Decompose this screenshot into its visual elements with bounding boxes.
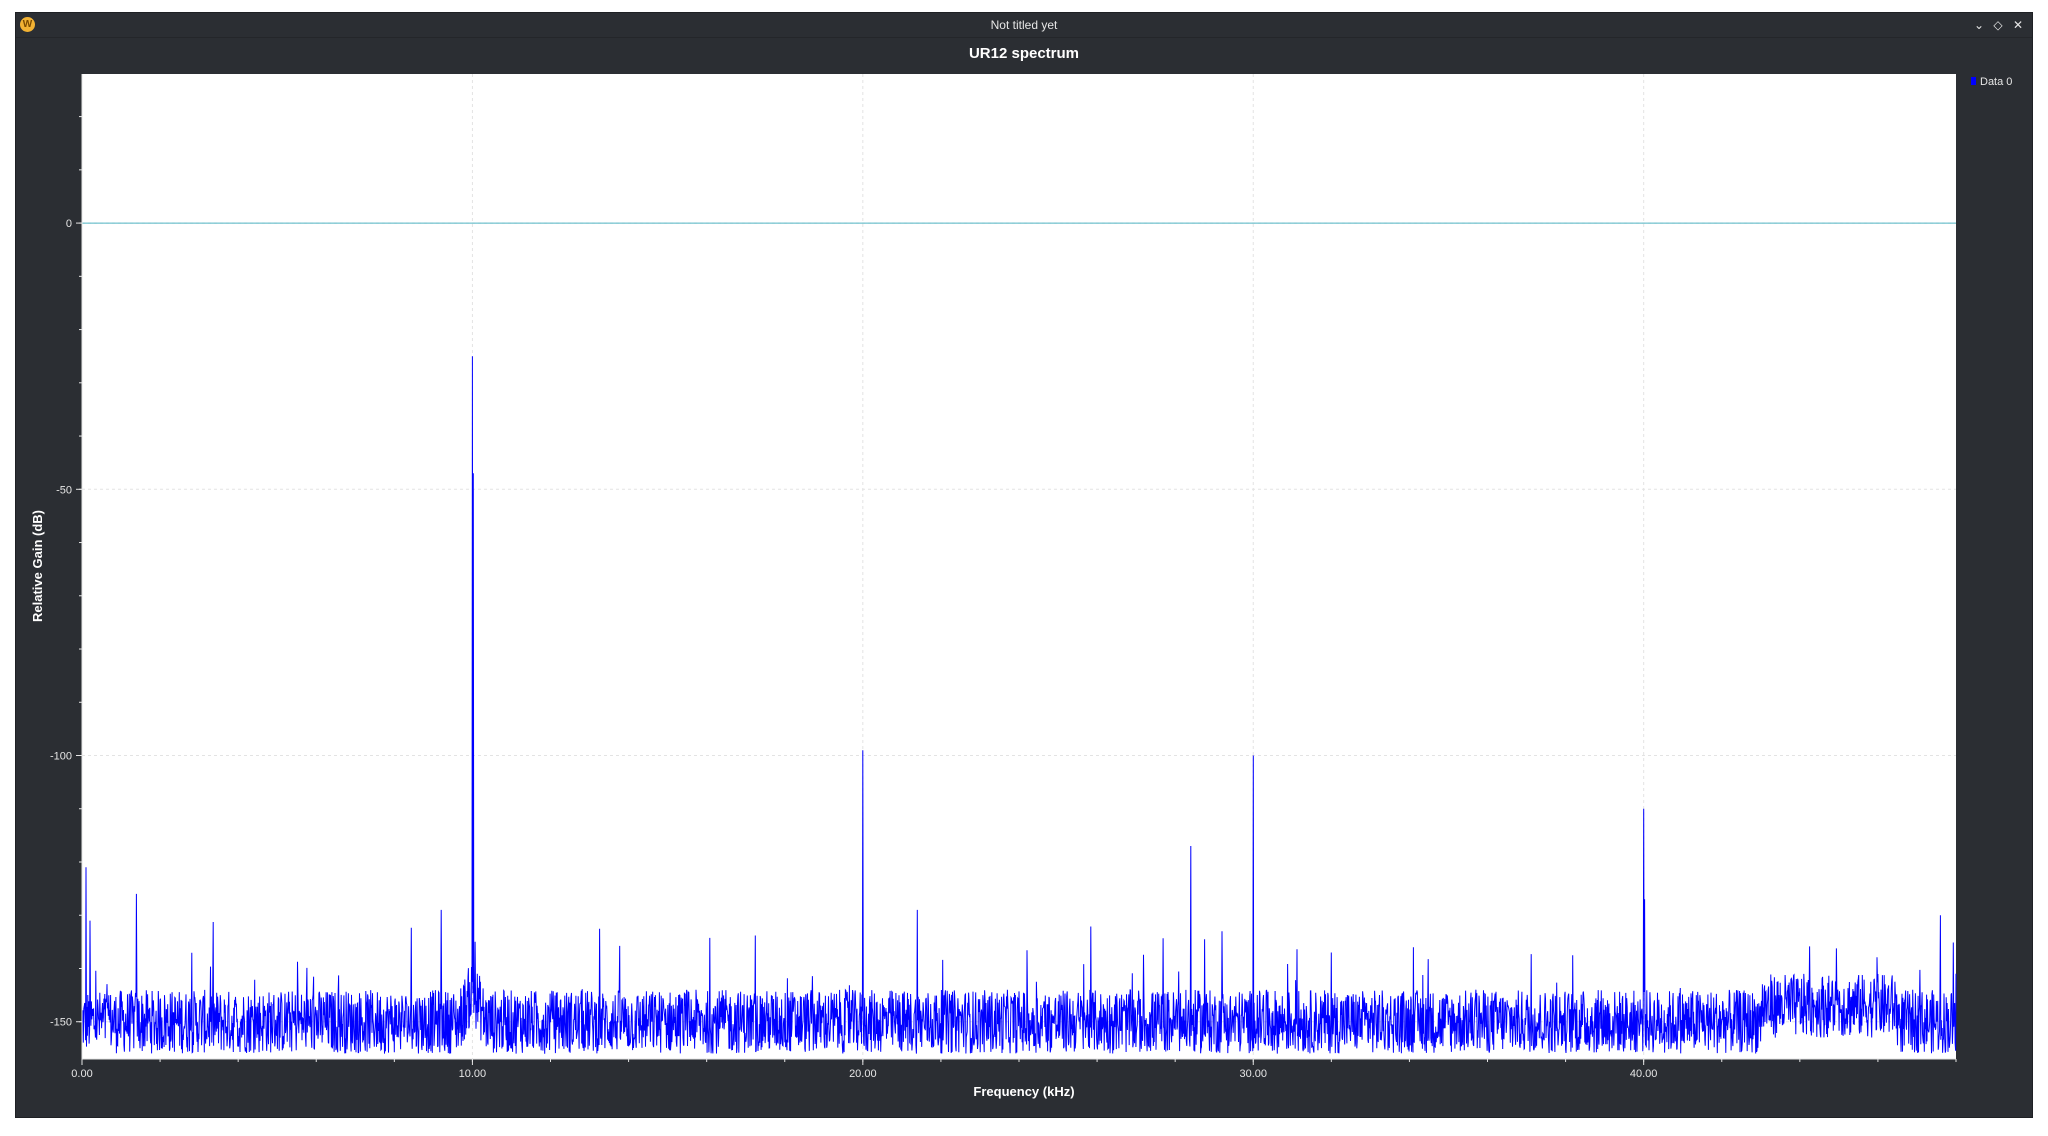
chart-title: UR12 spectrum [969,45,1079,62]
legend-swatch [1971,77,1976,85]
y-tick-label: -150 [50,1017,72,1029]
x-tick-label: 20.00 [849,1068,877,1080]
y-axis-label: Relative Gain (dB) [30,510,45,622]
x-axis-label: Frequency (kHz) [973,1084,1074,1099]
y-tick-label: -100 [50,751,72,763]
legend-label: Data 0 [1980,76,2012,88]
legend[interactable]: Data 0 [1971,76,2012,88]
x-tick-label: 0.00 [71,1068,92,1080]
plot-area[interactable] [82,74,1956,1059]
x-tick-label: 10.00 [459,1068,487,1080]
x-tick-label: 40.00 [1630,1068,1658,1080]
y-tick-label: -50 [56,484,72,496]
app-window: W Not titled yet ⌄ ◇ ✕ UR12 spectrum 0.0… [16,13,2032,1117]
chart: UR12 spectrum 0.00 10.00 20.00 30.00 40.00 0 -… [30,45,2012,1099]
x-tick-label: 30.00 [1239,1068,1267,1080]
y-tick-label: 0 [66,218,72,230]
